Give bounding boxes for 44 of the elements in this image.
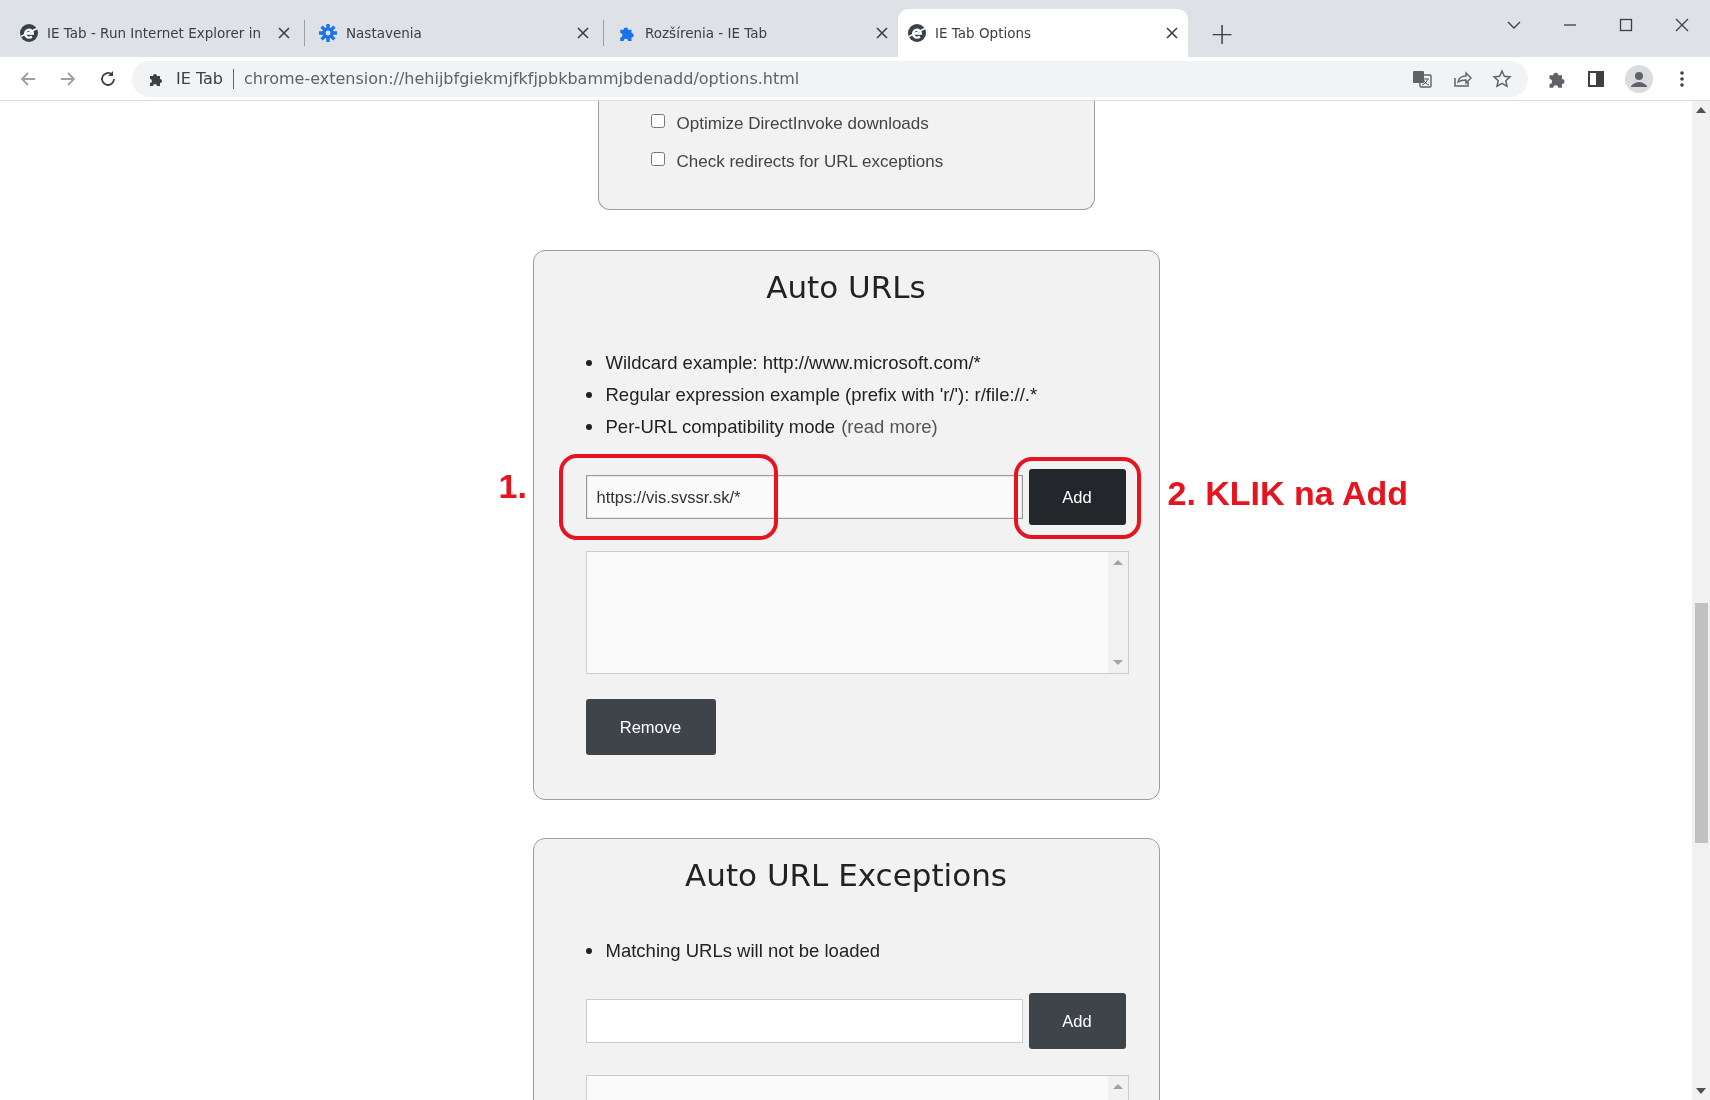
profile-avatar-icon[interactable] — [1625, 64, 1653, 93]
bullet-dot — [585, 392, 592, 398]
browser-tab[interactable]: IE Tab Options — [898, 9, 1188, 57]
address-bar[interactable]: IE Tab chrome-extension://hehijbfgiekmjfkfjpbkbammjbdenadd/options.html — [132, 60, 1528, 97]
browser-tab[interactable]: Nastavenia — [309, 9, 599, 57]
browser-tab[interactable]: Rozšírenia - IE Tab — [608, 9, 898, 57]
gear-icon — [319, 24, 337, 42]
bullet-text: Regular expression example (prefix with 'r/'): r/file://.* — [605, 384, 1038, 406]
remove-button[interactable]: Remove — [585, 699, 716, 755]
translate-icon[interactable] — [1412, 68, 1432, 89]
close-icon[interactable] — [1674, 17, 1690, 33]
scrollbar[interactable] — [1692, 101, 1710, 1100]
bullet-dot — [585, 424, 592, 430]
new-tab-button[interactable]: + — [1202, 13, 1242, 53]
checkbox[interactable] — [650, 114, 665, 128]
close-icon[interactable] — [1166, 27, 1178, 39]
ie-logo-icon — [20, 24, 38, 42]
read-more-link[interactable]: (read more) — [841, 416, 938, 438]
add-button[interactable]: Add — [1028, 469, 1126, 525]
section-title: Auto URL Exceptions — [684, 856, 1008, 895]
close-icon[interactable] — [278, 27, 290, 39]
annotation-label: 1. — [498, 467, 527, 506]
star-icon[interactable] — [1492, 68, 1512, 89]
url-text: chrome-extension://hehijbfgiekmjfkfjpbkbammjbdenadd/options.html — [244, 69, 800, 88]
url-input-field[interactable] — [585, 999, 1023, 1043]
annotation-label: 2. KLIK na Add — [1167, 474, 1409, 513]
bullet-text: Matching URLs will not be loaded — [605, 940, 881, 962]
bullet-text: Wildcard example: http://www.microsoft.com/* — [605, 352, 981, 374]
ie-logo-icon — [908, 24, 926, 42]
close-icon[interactable] — [876, 27, 888, 39]
checkbox-label: Optimize DirectInvoke downloads — [676, 114, 929, 134]
add-button[interactable]: Add — [1028, 993, 1126, 1049]
checkbox[interactable] — [650, 152, 665, 166]
maximize-icon[interactable] — [1618, 17, 1634, 33]
bullet-dot — [585, 360, 592, 366]
browser-tab[interactable]: IE Tab - Run Internet Explorer in — [10, 9, 300, 57]
site-name-label: IE Tab — [176, 69, 223, 88]
bullet-dot — [585, 948, 592, 954]
bullet-text: Per-URL compatibility mode — [605, 416, 836, 438]
checkbox-label: Check redirects for URL exceptions — [676, 152, 944, 172]
side-panel-icon[interactable] — [1586, 68, 1606, 89]
close-icon[interactable] — [577, 27, 589, 39]
url-input-field[interactable]: https://vis.svssr.sk/* — [585, 475, 1023, 519]
section-title: Auto URLs — [765, 268, 927, 307]
